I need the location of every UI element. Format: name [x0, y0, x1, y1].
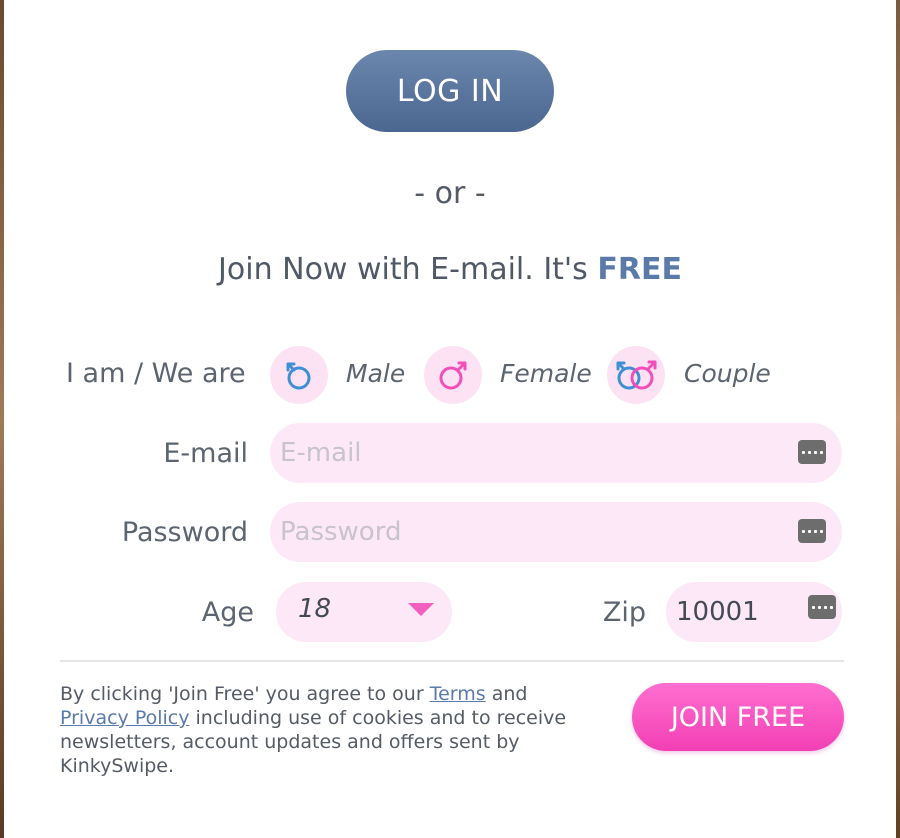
couple-symbol-icon — [616, 360, 657, 390]
gender-female-button[interactable] — [424, 346, 482, 404]
or-separator: - or - — [414, 176, 486, 211]
privacy-policy-link[interactable]: Privacy Policy — [60, 707, 189, 729]
password-field[interactable] — [280, 502, 792, 562]
background-right — [896, 0, 900, 838]
join-prompt-text: Join Now with E-mail. It's — [218, 252, 588, 287]
gender-male-button[interactable] — [270, 346, 328, 404]
legal-notice: By clicking 'Join Free' you agree to our… — [60, 682, 580, 778]
male-symbol-icon — [286, 362, 311, 390]
gender-female-label[interactable]: Female — [500, 359, 592, 388]
email-field[interactable] — [280, 423, 792, 483]
zip-field[interactable] — [676, 582, 796, 642]
email-label: E-mail — [163, 438, 248, 469]
legal-prefix: By clicking 'Join Free' you agree to our — [60, 683, 424, 705]
legal-and: and — [491, 683, 528, 705]
login-button[interactable]: LOG IN — [346, 50, 554, 132]
email-field-container — [270, 423, 842, 483]
password-label: Password — [121, 517, 248, 548]
divider — [60, 660, 844, 662]
gender-male-label[interactable]: Male — [346, 359, 405, 388]
signup-panel: LOG IN - or - Join Now with E-mail. It's… — [4, 0, 896, 838]
password-manager-icon[interactable] — [798, 519, 826, 543]
join-prompt-free: FREE — [597, 252, 682, 287]
female-symbol-icon — [439, 361, 467, 390]
zip-label: Zip — [602, 597, 646, 628]
password-manager-icon[interactable] — [808, 595, 836, 619]
gender-couple-label[interactable]: Couple — [684, 359, 771, 388]
age-select[interactable]: 18 — [276, 582, 452, 642]
gender-couple-button[interactable] — [607, 346, 665, 404]
zip-field-container — [666, 582, 842, 642]
gender-label: I am / We are — [66, 358, 246, 389]
join-prompt: Join Now with E-mail. It's FREE — [4, 252, 896, 287]
age-value: 18 — [298, 594, 332, 624]
join-free-button[interactable]: JOIN FREE — [632, 683, 844, 751]
chevron-down-icon — [408, 603, 434, 616]
age-label: Age — [201, 597, 254, 628]
password-field-container — [270, 502, 842, 562]
terms-link[interactable]: Terms — [430, 683, 486, 705]
password-manager-icon[interactable] — [798, 440, 826, 464]
